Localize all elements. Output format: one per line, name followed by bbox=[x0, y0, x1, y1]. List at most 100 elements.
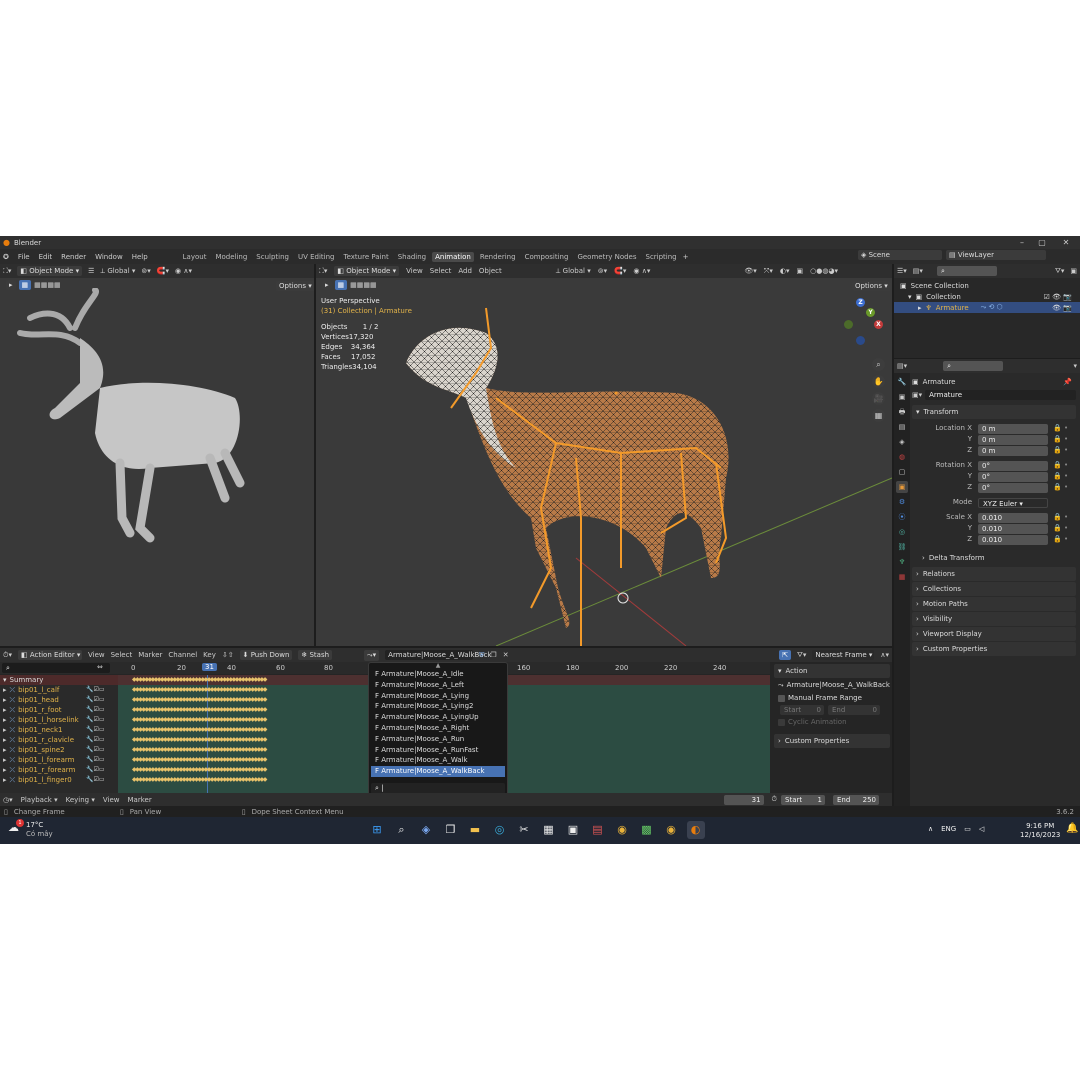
pan-hand-icon[interactable]: ✋ bbox=[872, 375, 885, 388]
menu-key[interactable]: Key bbox=[203, 651, 216, 659]
gizmo-y-axis[interactable]: Y bbox=[866, 308, 875, 317]
action-option[interactable]: F Armature|Moose_A_Idle bbox=[371, 669, 505, 680]
options-icon[interactable]: ▾ bbox=[1073, 362, 1077, 370]
language-indicator[interactable]: ENG bbox=[941, 825, 956, 833]
lock-icons[interactable]: 🔒 • 🔒 • 🔒 • bbox=[1053, 423, 1068, 456]
location-z-field[interactable]: 0 m bbox=[978, 446, 1048, 456]
gizmo-x-axis[interactable]: X bbox=[874, 320, 883, 329]
physics-tab-icon[interactable]: ◎ bbox=[896, 526, 908, 538]
menu-select[interactable]: Select bbox=[111, 651, 133, 659]
range-end-field[interactable]: End 0 bbox=[828, 705, 880, 715]
menu-file[interactable]: File bbox=[18, 253, 30, 261]
network-icon[interactable]: ▭ bbox=[964, 825, 971, 833]
editor-type-icon[interactable]: ▤▾ bbox=[897, 362, 907, 370]
editor-type-icon[interactable]: ⛶▾ bbox=[319, 267, 327, 276]
editor-type-icon[interactable]: ◷▾ bbox=[3, 796, 13, 804]
action-option[interactable]: F Armature|Moose_A_Lying2 bbox=[371, 701, 505, 712]
menu-marker[interactable]: Marker bbox=[138, 651, 162, 659]
editor-type-icon[interactable]: ⛶▾ bbox=[3, 267, 11, 276]
hamburger-icon[interactable]: ☰ bbox=[88, 267, 94, 275]
scale-x-field[interactable]: 0.010 bbox=[978, 513, 1048, 523]
store-icon[interactable]: ▦ bbox=[540, 821, 558, 839]
windows-start-icon[interactable]: ⊞ bbox=[368, 821, 386, 839]
menu-select[interactable]: Select bbox=[430, 267, 452, 275]
keyframe-row[interactable]: ◆◆◆◆◆◆◆◆◆◆◆◆◆◆◆◆◆◆◆◆◆◆◆◆◆◆◆◆◆◆◆◆◆◆◆◆◆◆◆◆… bbox=[132, 735, 282, 745]
new-collection-icon[interactable]: ▣ bbox=[1070, 267, 1077, 275]
outliner-item-armature[interactable]: ▸ ♆ Armature ⤳ ⟲ ⬡ 👁 📷 bbox=[894, 302, 1080, 313]
tab-modeling[interactable]: Modeling bbox=[212, 252, 250, 262]
search-icon[interactable]: ⌕ bbox=[393, 821, 411, 839]
gizmo-z-axis[interactable]: Z bbox=[856, 298, 865, 307]
gizmo-neg-y[interactable] bbox=[844, 320, 853, 329]
action-option[interactable]: F Armature|Moose_A_Run bbox=[371, 734, 505, 745]
tab-texture-paint[interactable]: Texture Paint bbox=[341, 252, 392, 262]
world-tab-icon[interactable]: ◍ bbox=[896, 451, 908, 463]
shading-modes-icon[interactable]: ○●◍◕▾ bbox=[810, 267, 838, 275]
delta-transform-panel[interactable]: › Delta Transform bbox=[912, 551, 1076, 565]
menu-edit[interactable]: Edit bbox=[39, 253, 53, 261]
chrome-icon[interactable]: ◉ bbox=[613, 821, 631, 839]
channel-summary[interactable]: ▾ Summary bbox=[0, 675, 118, 685]
location-x-field[interactable]: 0 m bbox=[978, 424, 1048, 434]
fake-user-icon[interactable]: ⛨ bbox=[479, 651, 484, 660]
rotation-lock-icons[interactable]: 🔒 • 🔒 • 🔒 • bbox=[1053, 460, 1068, 493]
modifiers-tab-icon[interactable]: ⚙ bbox=[896, 496, 908, 508]
cyclic-checkbox[interactable]: Cyclic Animation bbox=[772, 716, 892, 728]
overlay-toggle-icon[interactable]: ◐▾ bbox=[780, 267, 790, 275]
main-viewport[interactable]: ▸ ▦ ▦▦▦▦ Options ▾ User Perspective (31)… bbox=[316, 278, 892, 646]
current-frame-field[interactable]: 31 bbox=[723, 794, 764, 805]
location-y-field[interactable]: 0 m bbox=[978, 435, 1048, 445]
collections-panel[interactable]: › Collections bbox=[912, 582, 1076, 596]
scale-lock-icons[interactable]: 🔒 • 🔒 • 🔒 • bbox=[1053, 512, 1068, 545]
left-mode-dropdown[interactable]: ◧ Object Mode ▾ bbox=[17, 266, 83, 276]
action-option[interactable]: F Armature|Moose_A_Right bbox=[371, 723, 505, 734]
start-frame-field[interactable]: Start 1 bbox=[781, 794, 825, 805]
snap-icon[interactable]: 🧲▾ bbox=[614, 267, 626, 275]
properties-search-input[interactable]: ⌕ bbox=[943, 361, 1004, 371]
left-viewport[interactable]: ▸ ▦ ▦▦▦▦ Options ▾ bbox=[0, 278, 314, 646]
tab-scripting[interactable]: Scripting bbox=[643, 252, 680, 262]
tab-layout[interactable]: Layout bbox=[180, 252, 210, 262]
object-name-field[interactable]: Armature bbox=[925, 390, 1076, 400]
gizmo-toggle-icon[interactable]: ⤧▾ bbox=[764, 267, 773, 276]
action-option[interactable]: F Armature|Moose_A_Left bbox=[371, 680, 505, 691]
unlink-action-icon[interactable]: ✕ bbox=[503, 651, 509, 659]
stash-button[interactable]: ❄ Stash bbox=[298, 650, 333, 660]
proportional-icon[interactable]: ◉ ∧▾ bbox=[633, 267, 650, 275]
zoom-icon[interactable]: ⌕ bbox=[872, 358, 885, 371]
rotation-y-field[interactable]: 0° bbox=[978, 472, 1048, 482]
keyframe-row[interactable]: ◆◆◆◆◆◆◆◆◆◆◆◆◆◆◆◆◆◆◆◆◆◆◆◆◆◆◆◆◆◆◆◆◆◆◆◆◆◆◆◆… bbox=[132, 725, 282, 735]
custom-properties-panel[interactable]: › Custom Properties bbox=[912, 642, 1076, 656]
keyframe-row[interactable]: ◆◆◆◆◆◆◆◆◆◆◆◆◆◆◆◆◆◆◆◆◆◆◆◆◆◆◆◆◆◆◆◆◆◆◆◆◆◆◆◆… bbox=[132, 745, 282, 755]
filter-icon[interactable]: ⛛▾ bbox=[1055, 267, 1064, 276]
scene-selector[interactable]: ◈ Scene bbox=[858, 250, 942, 260]
blender-menu-icon[interactable]: ✪ bbox=[3, 253, 9, 261]
keyframe-row[interactable]: ◆◆◆◆◆◆◆◆◆◆◆◆◆◆◆◆◆◆◆◆◆◆◆◆◆◆◆◆◆◆◆◆◆◆◆◆◆◆◆◆… bbox=[132, 675, 282, 685]
view-layer-selector[interactable]: ▤ ViewLayer bbox=[946, 250, 1046, 260]
snap-icon[interactable]: 🧲▾ bbox=[157, 267, 169, 275]
tray-chevron-icon[interactable]: ∧ bbox=[928, 825, 933, 833]
menu-window[interactable]: Window bbox=[95, 253, 123, 261]
tool-tab-icon[interactable]: 🔧 bbox=[896, 376, 908, 388]
texture-tab-icon[interactable]: ▦ bbox=[896, 571, 908, 583]
object-tab-icon[interactable]: ▣ bbox=[896, 481, 908, 493]
action-option[interactable]: F Armature|Moose_A_Walk bbox=[371, 755, 505, 766]
editor-type-icon[interactable]: ⏱▾ bbox=[3, 651, 12, 660]
menu-playback[interactable]: Playback ▾ bbox=[21, 796, 58, 804]
gizmo-neg-z[interactable] bbox=[856, 336, 865, 345]
output-tab-icon[interactable]: 🖶 bbox=[896, 406, 908, 418]
action-option[interactable]: F Armature|Moose_A_RunFast bbox=[371, 745, 505, 756]
tab-uv-editing[interactable]: UV Editing bbox=[295, 252, 338, 262]
visibility-toggles-icon[interactable]: ☑ 👁 📷 bbox=[1044, 293, 1080, 301]
render-tab-icon[interactable]: ▣ bbox=[896, 391, 908, 403]
outliner-item-scene-collection[interactable]: ▣ Scene Collection bbox=[894, 280, 1080, 291]
manual-range-checkbox[interactable]: Manual Frame Range bbox=[772, 692, 892, 704]
action-option[interactable]: F Armature|Moose_A_LyingUp bbox=[371, 712, 505, 723]
menu-view[interactable]: View bbox=[88, 651, 105, 659]
view-layer-tab-icon[interactable]: ▤ bbox=[896, 421, 908, 433]
tab-rendering[interactable]: Rendering bbox=[477, 252, 519, 262]
app-icon[interactable]: ▣ bbox=[564, 821, 582, 839]
mode-dropdown[interactable]: ◧ Action Editor ▾ bbox=[17, 650, 82, 660]
volume-icon[interactable]: ◁ bbox=[979, 825, 984, 833]
push-down-button[interactable]: ⬇ Push Down bbox=[239, 650, 293, 660]
